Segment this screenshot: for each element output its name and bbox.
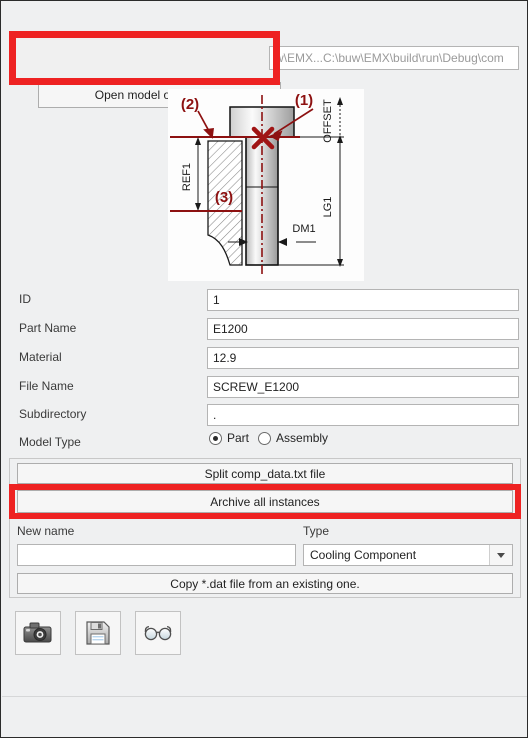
floppy-disk-icon	[86, 621, 110, 645]
label-model-type: Model Type	[19, 435, 81, 449]
bottom-separator	[2, 696, 527, 697]
emx-component-dialog: Open model or *.dat file. w\EMX...C:\buw…	[0, 0, 528, 738]
drawing-callout-2-label: (2)	[181, 96, 199, 113]
drawing-dim-lg1-label: LG1	[322, 197, 334, 218]
label-material: Material	[19, 350, 62, 364]
chevron-down-icon[interactable]	[489, 545, 512, 565]
drawing-dim-ref1-label: REF1	[181, 163, 193, 191]
archive-all-instances-button[interactable]: Archive all instances	[17, 490, 513, 513]
label-new-name: New name	[17, 524, 75, 538]
radio-part-indicator[interactable]	[209, 431, 222, 445]
radio-part-label: Part	[227, 431, 250, 445]
type-dropdown-value: Cooling Component	[310, 548, 417, 562]
screw-technical-drawing: (1) (2) (3) OFFSET LG1 REF1 DM1	[168, 89, 364, 281]
open-model-panel: Open model or *.dat file.	[15, 37, 281, 108]
drawing-callout-3-label: (3)	[215, 189, 233, 206]
type-dropdown[interactable]: Cooling Component	[303, 544, 513, 566]
material-field[interactable]: 12.9	[207, 347, 519, 369]
radio-assembly[interactable]: Assembly	[258, 431, 328, 445]
radio-assembly-label: Assembly	[276, 431, 329, 445]
drawing-dim-dm1-label: DM1	[292, 223, 315, 235]
camera-icon	[23, 622, 52, 643]
radio-part[interactable]: Part	[209, 431, 249, 445]
glasses-icon	[144, 625, 172, 641]
split-comp-data-button[interactable]: Split comp_data.txt file	[17, 463, 513, 484]
model-type-radio-group: Part Assembly	[209, 431, 328, 445]
drawing-callout-1-label: (1)	[295, 92, 313, 109]
drawing-dim-offset-label: OFFSET	[322, 99, 334, 143]
label-type: Type	[303, 524, 330, 538]
copy-dat-file-button[interactable]: Copy *.dat file from an existing one.	[17, 573, 513, 594]
file-name-field[interactable]: SCREW_E1200	[207, 376, 519, 398]
label-file-name: File Name	[19, 379, 74, 393]
subdirectory-field[interactable]: .	[207, 404, 519, 426]
id-field[interactable]: 1	[207, 289, 519, 311]
save-button[interactable]	[75, 611, 121, 655]
part-name-field[interactable]: E1200	[207, 318, 519, 340]
view-button[interactable]	[135, 611, 181, 655]
radio-assembly-indicator[interactable]	[258, 431, 272, 445]
camera-button[interactable]	[15, 611, 61, 655]
label-part-name: Part Name	[19, 321, 77, 335]
label-id: ID	[19, 292, 31, 306]
label-subdirectory: Subdirectory	[19, 407, 87, 421]
model-path-field[interactable]: w\EMX...C:\buw\EMX\build\run\Debug\com	[269, 46, 519, 70]
new-name-input[interactable]	[17, 544, 296, 566]
